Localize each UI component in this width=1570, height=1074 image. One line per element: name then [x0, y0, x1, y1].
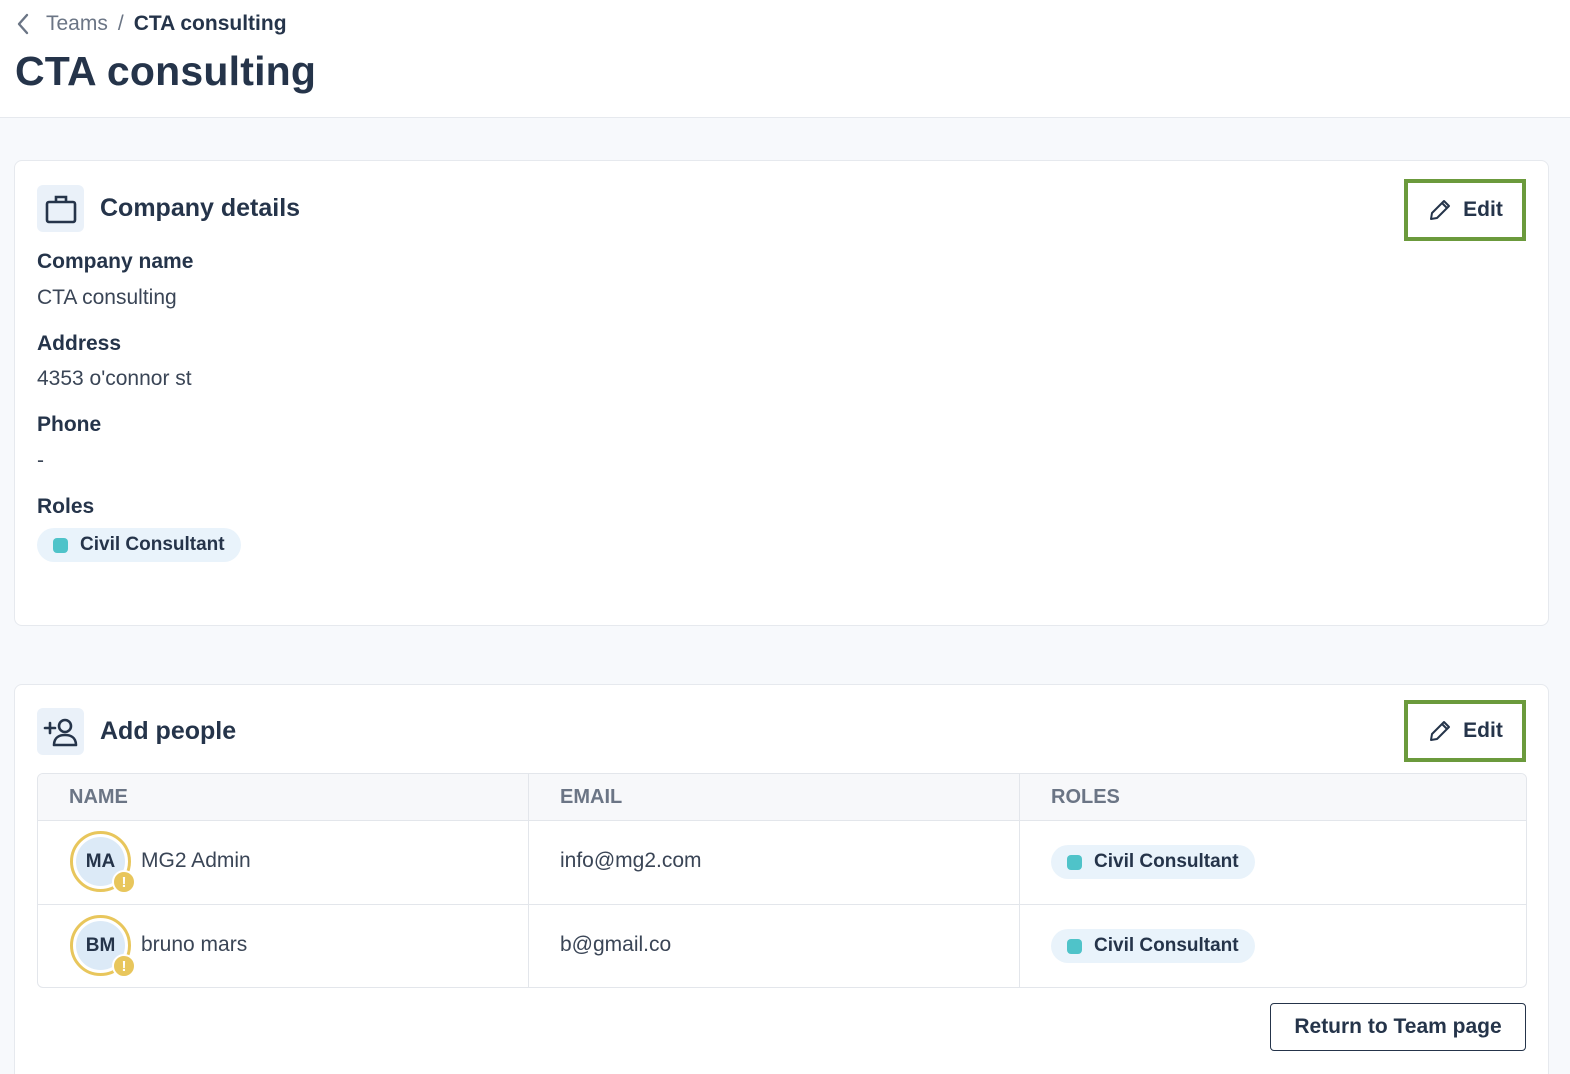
add-person-icon: [37, 708, 84, 755]
briefcase-icon: [37, 185, 84, 232]
warning-icon: !: [112, 954, 136, 978]
person-email: info@mg2.com: [560, 849, 702, 872]
person-name: bruno mars: [141, 933, 248, 956]
company-name-value: CTA consulting: [37, 286, 177, 309]
role-badge-label: Civil Consultant: [1094, 851, 1239, 872]
people-table: NAME EMAIL ROLES MA ! MG2 Admin info@mg2…: [37, 773, 1527, 988]
breadcrumb-separator: /: [117, 12, 124, 35]
return-to-team-button[interactable]: Return to Team page: [1270, 1003, 1526, 1051]
breadcrumb-current: CTA consulting: [133, 12, 287, 35]
address-label: Address: [37, 332, 122, 355]
add-people-card: Add people Edit NAME EMAIL ROLES MA ! MG…: [14, 684, 1549, 1074]
edit-label: Edit: [1463, 198, 1503, 221]
warning-icon: !: [112, 870, 136, 894]
pencil-icon: [1430, 200, 1451, 220]
table-row[interactable]: MA ! MG2 Admin info@mg2.com Civil Consul…: [38, 821, 1526, 904]
people-edit-button[interactable]: Edit: [1404, 700, 1526, 762]
avatar: MA !: [70, 831, 136, 894]
edit-label: Edit: [1463, 719, 1503, 742]
person-name: MG2 Admin: [141, 849, 251, 872]
role-badge: Civil Consultant: [1051, 845, 1255, 879]
breadcrumb-teams-link[interactable]: Teams: [46, 12, 108, 36]
company-edit-button[interactable]: Edit: [1404, 179, 1526, 241]
role-badge-label: Civil Consultant: [80, 534, 225, 555]
company-details-card: Company details Edit Company name CTA co…: [14, 160, 1549, 626]
company-details-title: Company details: [100, 194, 301, 222]
phone-value: -: [37, 449, 44, 472]
chevron-left-icon[interactable]: [16, 10, 38, 38]
role-badge: Civil Consultant: [37, 528, 241, 562]
column-header-email[interactable]: EMAIL: [560, 786, 622, 809]
breadcrumb: Teams / CTA consulting: [16, 10, 287, 38]
phone-label: Phone: [37, 413, 102, 436]
add-people-title: Add people: [100, 717, 237, 745]
address-value: 4353 o'connor st: [37, 367, 192, 390]
page-header: Teams / CTA consulting CTA consulting: [0, 0, 1570, 118]
table-header: NAME EMAIL ROLES: [38, 774, 1526, 821]
column-header-name[interactable]: NAME: [69, 786, 128, 809]
table-row[interactable]: BM ! bruno mars b@gmail.co Civil Consult…: [38, 904, 1526, 987]
person-email: b@gmail.co: [560, 933, 672, 956]
company-name-label: Company name: [37, 250, 194, 273]
role-color-dot: [53, 537, 68, 553]
roles-label: Roles: [37, 495, 95, 518]
column-header-roles[interactable]: ROLES: [1051, 786, 1120, 809]
role-color-dot: [1067, 938, 1082, 954]
role-badge: Civil Consultant: [1051, 929, 1255, 963]
pencil-icon: [1430, 721, 1451, 741]
role-badge-label: Civil Consultant: [1094, 935, 1239, 956]
role-color-dot: [1067, 854, 1082, 870]
avatar: BM !: [70, 915, 136, 978]
page-title: CTA consulting: [15, 48, 317, 94]
